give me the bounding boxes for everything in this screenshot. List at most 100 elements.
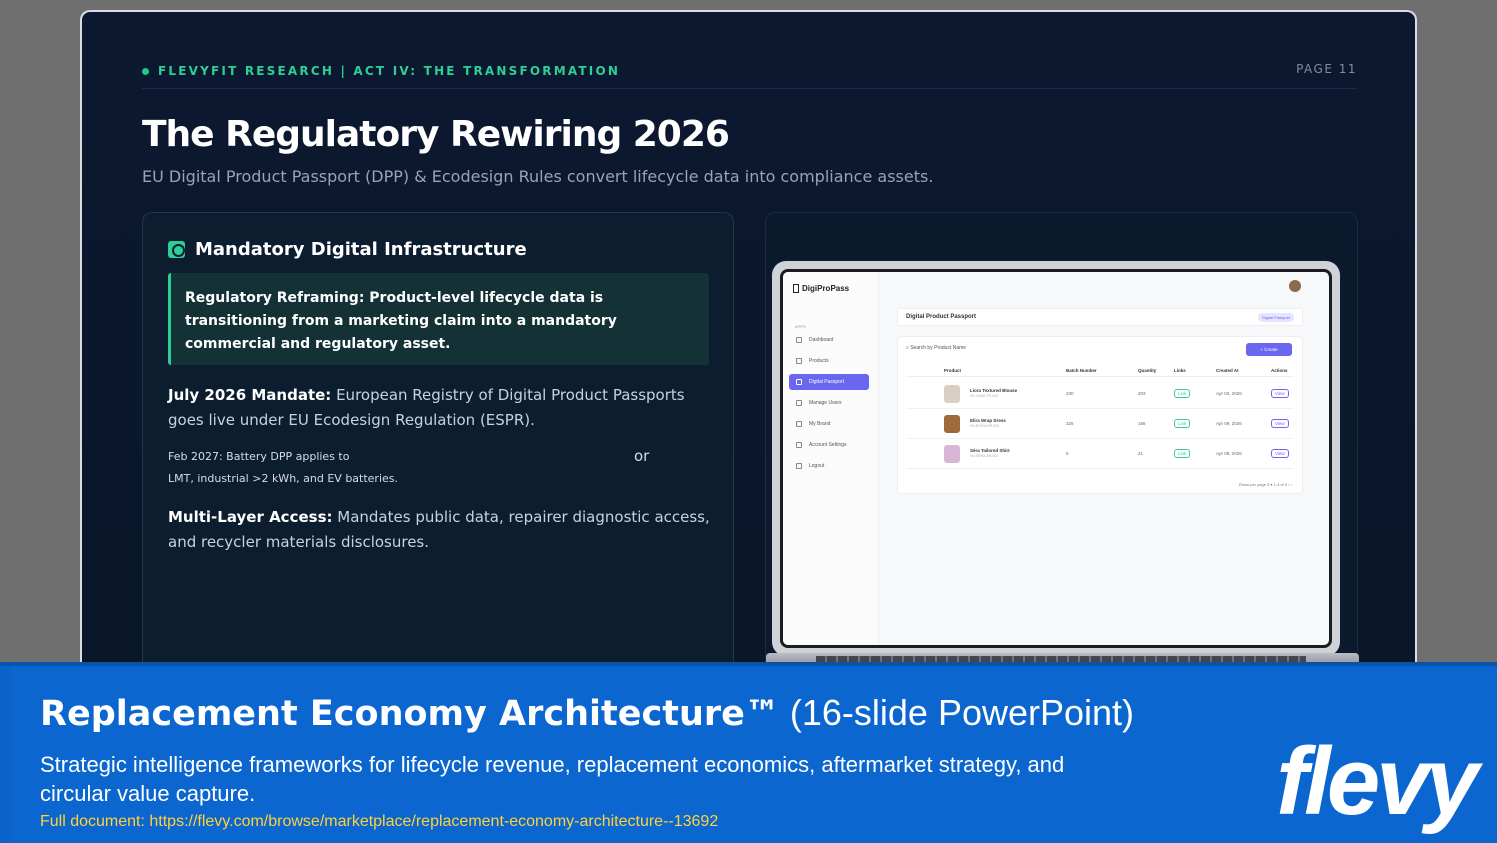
col-batch: Batch Number	[1066, 368, 1097, 373]
card-header: Mandatory Digital Infrastructure	[168, 239, 527, 260]
nav-label: Account Settings	[809, 442, 847, 448]
row-sku: HV-SERA-SH-001	[970, 454, 999, 458]
app-sidebar: DigiProPass APPS Dashboard Products Digi…	[783, 272, 879, 645]
table-row[interactable]: Liora Textured Blouse HV-LORA-TP-003 230…	[906, 379, 1294, 409]
banner-title-bold: Replacement Economy Architecture™	[40, 694, 780, 734]
laptop-image: DigiProPass APPS Dashboard Products Digi…	[772, 261, 1340, 656]
slide-kicker: FLEVYFIT RESEARCH | ACT IV: THE TRANSFOR…	[142, 64, 620, 78]
brand-name: DigiProPass	[802, 284, 850, 293]
nav-products[interactable]: Products	[789, 353, 869, 369]
row-product-name: Séra Tailored Shirt	[970, 448, 1010, 453]
row-created: Apr 03, 2026	[1216, 391, 1242, 396]
row-product-name: Elira Wrap Dress	[970, 418, 1006, 423]
banner-title-light: (16-slide PowerPoint)	[779, 692, 1135, 733]
slide: FLEVYFIT RESEARCH | ACT IV: THE TRANSFOR…	[80, 10, 1417, 670]
table-row[interactable]: Elira Wrap Dress HV-ELIRA-DR-002 326 156…	[906, 409, 1294, 439]
col-product: Product	[944, 368, 962, 373]
infrastructure-card: Mandatory Digital Infrastructure Regulat…	[142, 212, 734, 670]
app-page-header: Digital Product Passport Digital Passpor…	[897, 308, 1303, 326]
row-batch: 326	[1066, 421, 1074, 426]
products-icon	[796, 358, 802, 364]
row-link-button[interactable]: Link	[1174, 389, 1191, 398]
nav-label: Logout	[809, 463, 825, 469]
nav-label: Products	[809, 358, 829, 364]
nav-digital-passport[interactable]: Digital Passport	[789, 374, 869, 390]
kicker-text: FLEVYFIT RESEARCH | ACT IV: THE TRANSFOR…	[158, 64, 621, 78]
gear-icon	[796, 442, 802, 448]
nav-label: My Brand	[809, 421, 831, 427]
row-link-button[interactable]: Link	[1174, 449, 1191, 458]
battery-note-line2: LMT, industrial >2 kWh, and EV batteries…	[168, 472, 399, 485]
brand-icon	[796, 421, 802, 427]
access-paragraph: Multi-Layer Access: Mandates public data…	[168, 505, 713, 555]
product-thumbnail	[944, 385, 960, 403]
app-brand: DigiProPass	[793, 284, 850, 294]
laptop-screen: DigiProPass APPS Dashboard Products Digi…	[780, 269, 1332, 648]
battery-note: Feb 2027: Battery DPP applies to LMT, in…	[168, 446, 398, 490]
row-batch: 5	[1066, 451, 1069, 456]
nav-logout[interactable]: Logout	[789, 458, 869, 474]
laptop-card: DigiProPass APPS Dashboard Products Digi…	[765, 212, 1359, 670]
passport-book-icon	[168, 241, 185, 258]
col-quantity: Quantity	[1138, 368, 1157, 373]
row-view-button[interactable]: View	[1271, 449, 1289, 458]
slide-subtitle: EU Digital Product Passport (DPP) & Ecod…	[142, 167, 934, 186]
col-actions: Actions	[1271, 368, 1288, 373]
banner-title: Replacement Economy Architecture™ (16-sl…	[40, 692, 1134, 734]
row-created: Apr 09, 2026	[1216, 451, 1242, 456]
row-sku: HV-ELIRA-DR-002	[970, 424, 1000, 428]
row-view-button[interactable]: View	[1271, 389, 1289, 398]
mandate-lead: July 2026 Mandate:	[168, 386, 332, 404]
dashboard-icon	[796, 337, 802, 343]
app-topbar	[883, 278, 1321, 298]
row-qty: 156	[1138, 421, 1146, 426]
nav-label: Manage Users	[809, 400, 842, 406]
reframing-callout: Regulatory Reframing: Product-level life…	[168, 273, 709, 365]
card-title: Mandatory Digital Infrastructure	[195, 239, 527, 260]
table-pagination[interactable]: Rows per page 5 ▾ 1-3 of 3 ‹ ›	[1239, 482, 1292, 487]
flevy-logo[interactable]: flevy	[1276, 734, 1479, 830]
slide-title: The Regulatory Rewiring 2026	[142, 114, 730, 155]
brand-logo-icon	[793, 284, 799, 294]
page-number: PAGE 11	[1296, 62, 1357, 76]
row-qty: 203	[1138, 391, 1146, 396]
products-table-card: ⌕ Search by Product Name + Create Produc…	[897, 336, 1303, 494]
app-page-title: Digital Product Passport	[906, 314, 977, 320]
avatar[interactable]	[1289, 280, 1301, 292]
nav-dashboard[interactable]: Dashboard	[789, 332, 869, 348]
row-created: Apr 09, 2026	[1216, 421, 1242, 426]
users-icon	[796, 400, 802, 406]
banner-description: Strategic intelligence frameworks for li…	[40, 752, 1065, 806]
table-header: Product Batch Number Quantity Links Crea…	[906, 365, 1294, 377]
col-created: Created At	[1216, 368, 1239, 373]
nav-my-brand[interactable]: My Brand	[789, 416, 869, 432]
row-link-button[interactable]: Link	[1174, 419, 1191, 428]
col-links: Links	[1174, 368, 1186, 373]
row-sku: HV-LORA-TP-003	[970, 394, 999, 398]
product-search-input[interactable]: ⌕ Search by Product Name	[906, 345, 966, 351]
table-row[interactable]: Séra Tailored Shirt HV-SERA-SH-001 5 21 …	[906, 439, 1294, 469]
product-thumbnail	[944, 445, 960, 463]
banner-document-link[interactable]: Full document: https://flevy.com/browse/…	[40, 813, 718, 831]
row-qty: 21	[1138, 451, 1144, 456]
promo-banner: Replacement Economy Architecture™ (16-sl…	[0, 662, 1497, 843]
nav-group-label: APPS	[795, 324, 806, 329]
bullet-dot-icon	[142, 67, 149, 75]
battery-note-line1: Feb 2027: Battery DPP applies to	[168, 450, 350, 463]
row-view-button[interactable]: View	[1271, 419, 1289, 428]
logout-icon	[796, 463, 802, 469]
search-placeholder: Search by Product Name	[910, 345, 967, 351]
or-text: or	[634, 447, 650, 465]
app-page-badge: Digital Passport	[1257, 313, 1294, 322]
banner-inner: Replacement Economy Architecture™ (16-sl…	[12, 666, 1497, 843]
nav-manage-users[interactable]: Manage Users	[789, 395, 869, 411]
access-lead: Multi-Layer Access:	[168, 508, 333, 526]
callout-text: Regulatory Reframing: Product-level life…	[185, 290, 617, 352]
passport-icon	[796, 379, 802, 385]
row-product-name: Liora Textured Blouse	[970, 388, 1018, 393]
header-divider	[142, 88, 1357, 89]
nav-account-settings[interactable]: Account Settings	[789, 437, 869, 453]
mandate-paragraph: July 2026 Mandate: European Registry of …	[168, 383, 713, 433]
product-thumbnail	[944, 415, 960, 433]
create-button[interactable]: + Create	[1246, 343, 1292, 356]
